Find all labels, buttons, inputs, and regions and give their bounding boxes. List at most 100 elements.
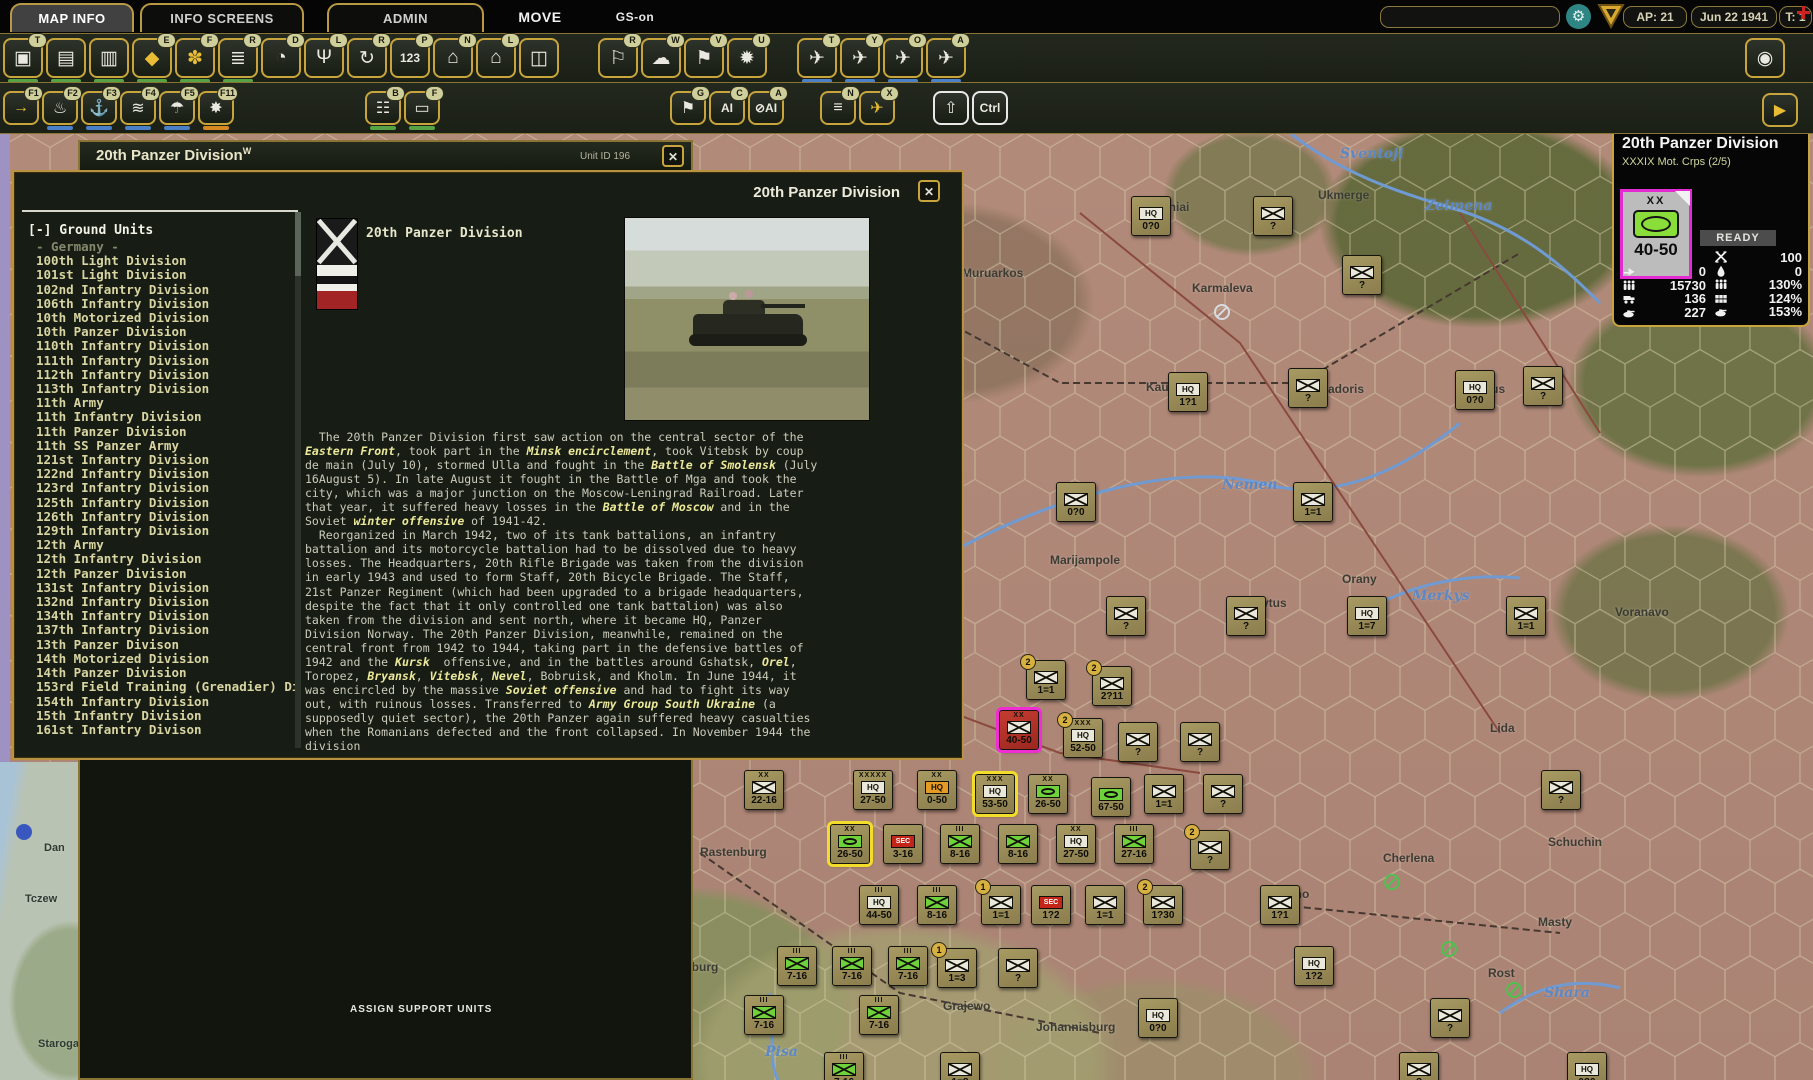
list-item[interactable]: 122nd Infantry Division — [36, 467, 298, 481]
air-mission-icon[interactable]: ✈X — [859, 91, 895, 125]
unit-counters-icon[interactable]: ▣T — [3, 38, 43, 78]
industry-icon[interactable]: ⌂L — [476, 38, 516, 78]
assign-support-units-button[interactable]: ASSIGN SUPPORT UNITS — [350, 1004, 492, 1015]
unit-counter[interactable]: HQ1?2 — [1294, 946, 1334, 986]
naval-transport-icon[interactable]: ⚓F3 — [81, 91, 117, 125]
unit-counter[interactable]: XXHQ27-50 — [1056, 824, 1096, 864]
unit-counter[interactable]: III7-16 — [832, 946, 872, 986]
air-attack-icon[interactable]: ✈A — [926, 38, 966, 78]
unit-counter[interactable]: III8-16 — [917, 885, 957, 925]
unit-counter[interactable]: HQ1=7 — [1347, 596, 1387, 636]
list-item[interactable]: 102nd Infantry Division — [36, 283, 298, 297]
list-scrollbar[interactable] — [295, 212, 301, 748]
unit-panel-hq[interactable]: XXXIX Mot. Crps (2/5) — [1622, 156, 1731, 168]
unit-counter[interactable]: XXXHQ53-50 — [975, 774, 1015, 814]
list-item[interactable]: 110th Infantry Division — [36, 339, 298, 353]
list-item[interactable]: 106th Infantry Division — [36, 297, 298, 311]
unit-counter[interactable]: 1=11 — [981, 885, 1021, 925]
unit-counter[interactable]: 67-50 — [1091, 777, 1131, 817]
shift-key-icon[interactable]: ⇧ — [933, 91, 969, 125]
victory-flag-icon[interactable]: ⚑V — [684, 38, 724, 78]
unit-counter[interactable]: III7-16 — [859, 995, 899, 1035]
unit-counter[interactable]: ? — [1226, 596, 1266, 636]
air-directive-flag-icon[interactable]: ⚑G — [670, 91, 706, 125]
unit-window-titlebar[interactable]: 20th Panzer DivisionW Unit ID 196 ✕ — [80, 142, 691, 171]
bombard-icon[interactable]: ✸F11 — [198, 91, 234, 125]
unit-counter[interactable]: XXXHQ52-502 — [1063, 718, 1103, 758]
unit-counter[interactable]: 1=31 — [937, 948, 977, 988]
list-item[interactable]: 12th Infantry Division — [36, 552, 298, 566]
map-pages-icon[interactable]: ▥ — [89, 38, 129, 78]
unit-counter[interactable]: HQ0?0 — [1138, 998, 1178, 1038]
list-item[interactable]: 12th Army — [36, 538, 298, 552]
list-item[interactable]: 15th Infantry Division — [36, 709, 298, 723]
list-item[interactable]: 10th Panzer Division — [36, 325, 298, 339]
unit-counter[interactable]: HQ0?0 — [1567, 1052, 1607, 1080]
unit-counter[interactable]: III27-16 — [1114, 824, 1154, 864]
rail-move-icon[interactable]: ♨F2 — [42, 91, 78, 125]
signpost-icon[interactable]: ⚐R — [598, 38, 638, 78]
unit-counter[interactable]: III7-16 — [888, 946, 928, 986]
tab-move[interactable]: MOVE — [505, 3, 575, 30]
list-item[interactable]: 111th Infantry Division — [36, 354, 298, 368]
list-item[interactable]: 126th Infantry Division — [36, 510, 298, 524]
list-item[interactable]: 14th Panzer Division — [36, 666, 298, 680]
list-item[interactable]: 11th Infantry Division — [36, 410, 298, 424]
unit-counter[interactable]: 1?302 — [1143, 885, 1183, 925]
next-arrow-icon[interactable]: ▶ — [1762, 93, 1798, 127]
unit-counter[interactable]: ? — [998, 948, 1038, 988]
list-item[interactable]: 161st Infantry Divison — [36, 723, 298, 737]
list-item[interactable]: 153rd Field Training (Grenadier) Di — [36, 680, 298, 694]
hex-info-icon[interactable]: ◆E — [132, 38, 172, 78]
factory-icon[interactable]: ⌂N — [433, 38, 473, 78]
unit-counter[interactable]: XX26-50 — [1028, 774, 1068, 814]
city-ai-icon[interactable]: AIC — [709, 91, 745, 125]
unit-counter[interactable]: XXHQ0-50 — [917, 770, 957, 810]
unit-counter[interactable]: HQ0?0 — [1455, 370, 1495, 410]
tab-admin[interactable]: ADMIN — [327, 3, 484, 32]
unit-counter[interactable]: ? — [1106, 596, 1146, 636]
clock-bomb-icon[interactable]: ◔D — [261, 38, 301, 78]
list-item[interactable]: 100th Light Division — [36, 254, 298, 268]
unit-counter[interactable]: ? — [1253, 196, 1293, 236]
tab-gs-on[interactable]: GS-on — [605, 3, 665, 30]
unit-counter[interactable]: XX40-50 — [999, 710, 1039, 750]
unit-counter[interactable]: 0?0 — [1056, 482, 1096, 522]
list-item[interactable]: 12th Panzer Division — [36, 567, 298, 581]
unit-counter[interactable]: XXXXXHQ27-50 — [853, 770, 893, 810]
unit-counter[interactable]: 1?1 — [1260, 885, 1300, 925]
city-build-icon[interactable]: ◫ — [519, 38, 559, 78]
list-item[interactable]: 10th Motorized Division — [36, 311, 298, 325]
unit-counter[interactable]: 1=8 — [940, 1052, 980, 1080]
unit-counter[interactable]: SEC3-16 — [883, 824, 923, 864]
production-notes-icon[interactable]: ≡N — [820, 91, 856, 125]
railroad-icon[interactable]: ≣R — [218, 38, 258, 78]
list-item[interactable]: 125th Infantry Division — [36, 496, 298, 510]
explosion-icon[interactable]: ✹U — [727, 38, 767, 78]
air-transfer-icon[interactable]: ✈T — [797, 38, 837, 78]
unit-counter[interactable]: III7-16 — [777, 946, 817, 986]
close-icon[interactable]: ✕ — [662, 145, 684, 167]
unit-counter[interactable]: ? — [1541, 770, 1581, 810]
close-icon[interactable]: ✕ — [918, 180, 940, 202]
list-header[interactable]: [-] Ground Units — [28, 222, 298, 240]
list-item[interactable]: 134th Infantry Division — [36, 609, 298, 623]
unit-counter[interactable]: 1=1 — [1144, 774, 1184, 814]
unit-counter[interactable]: SEC1?2 — [1031, 885, 1071, 925]
unit-counter[interactable]: ? — [1288, 368, 1328, 408]
unit-counter[interactable]: III8-16 — [940, 824, 980, 864]
list-item[interactable]: 121st Infantry Division — [36, 453, 298, 467]
unit-counter[interactable]: III7-16 — [744, 995, 784, 1035]
unit-counter[interactable]: III7-16 — [824, 1052, 864, 1080]
tab-info-screens[interactable]: INFO SCREENS — [140, 3, 304, 32]
weather-icon[interactable]: ☁W — [641, 38, 681, 78]
unit-counter[interactable]: 8-16 — [998, 824, 1038, 864]
compass-icon[interactable]: ◉ — [1745, 38, 1785, 78]
unit-counter[interactable]: ?2 — [1190, 830, 1230, 870]
unit-counter[interactable]: ? — [1203, 774, 1243, 814]
unit-counter[interactable]: 1=1 — [1293, 482, 1333, 522]
list-item[interactable]: 123rd Infantry Division — [36, 481, 298, 495]
ctrl-key-icon[interactable]: Ctrl — [972, 91, 1008, 125]
list-item[interactable]: 101st Light Division — [36, 268, 298, 282]
numbers-icon[interactable]: 123P — [390, 38, 430, 78]
